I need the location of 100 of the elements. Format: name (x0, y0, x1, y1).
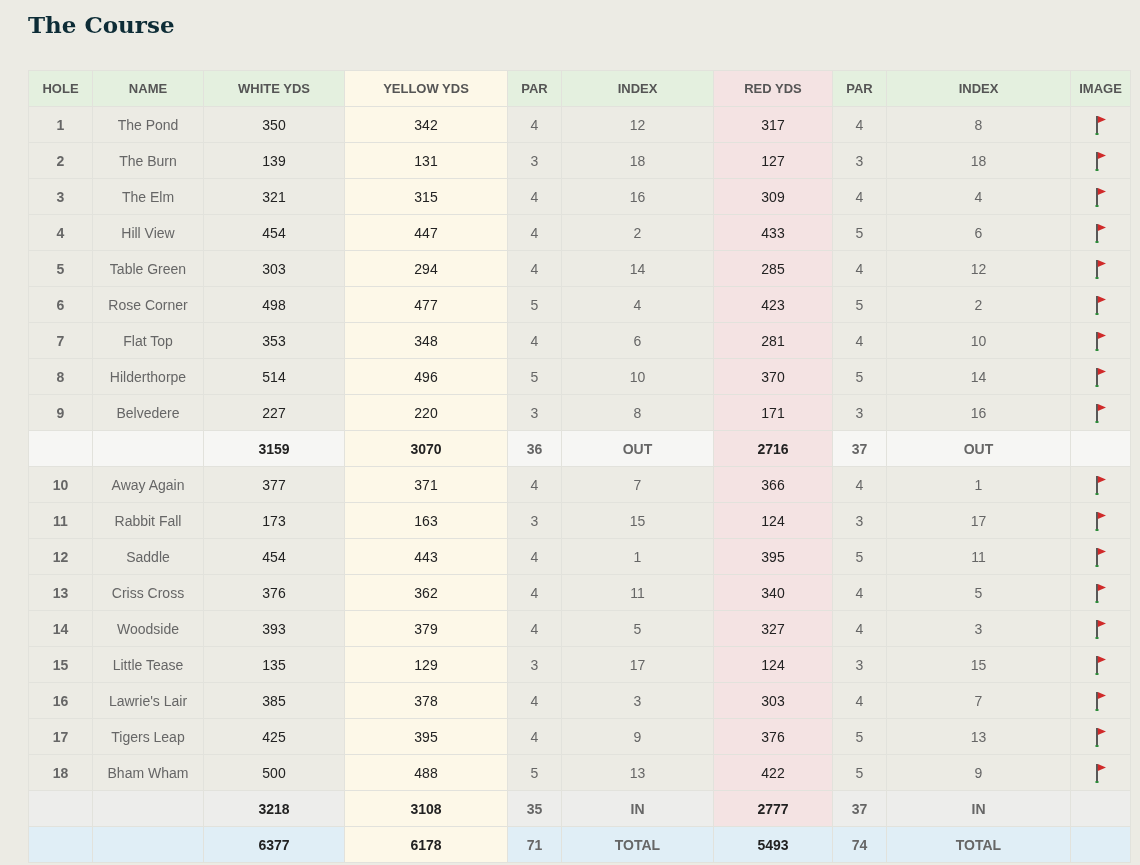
table-cell: 366 (713, 466, 833, 503)
flag-icon (1094, 294, 1107, 315)
flag-icon (1094, 690, 1107, 711)
table-cell: 422 (713, 754, 833, 791)
table-cell: 4 (507, 178, 562, 215)
table-cell: TOTAL (886, 826, 1071, 863)
table-cell: 4 (28, 214, 93, 251)
table-cell: 18 (28, 754, 93, 791)
page-title: The Course (28, 10, 176, 40)
table-cell: 378 (344, 682, 508, 719)
table-cell: 376 (203, 574, 345, 611)
table-cell: 18 (561, 142, 714, 179)
table-cell: 379 (344, 610, 508, 647)
table-cell: 350 (203, 106, 345, 143)
table-cell: 3 (832, 502, 887, 539)
table-cell: 37 (832, 790, 887, 827)
table-cell: 13 (28, 574, 93, 611)
table-cell: 124 (713, 646, 833, 683)
table-cell: 139 (203, 142, 345, 179)
table-cell: IN (561, 790, 714, 827)
table-cell: 8 (28, 358, 93, 395)
table-cell: 12 (561, 106, 714, 143)
table-cell: 14 (886, 358, 1071, 395)
table-cell: 447 (344, 214, 508, 251)
table-cell: 4 (832, 250, 887, 287)
table-cell: 12 (886, 250, 1071, 287)
table-cell: 6377 (203, 826, 345, 863)
table-cell: 4 (832, 322, 887, 359)
table-cell: 5 (832, 718, 887, 755)
table-cell: 433 (713, 214, 833, 251)
table-cell: 3 (832, 142, 887, 179)
table-cell: 285 (713, 250, 833, 287)
column-header: WHITE YDS (203, 70, 345, 107)
table-cell: 3108 (344, 790, 508, 827)
table-cell: 425 (203, 718, 345, 755)
table-cell: The Elm (92, 178, 204, 215)
table-cell: 4 (832, 682, 887, 719)
table-cell: 303 (203, 250, 345, 287)
table-cell: 395 (344, 718, 508, 755)
flag-icon (1094, 258, 1107, 279)
table-cell: 2 (28, 142, 93, 179)
table-cell: 3 (507, 502, 562, 539)
table-cell: 385 (203, 682, 345, 719)
flag-icon (1094, 114, 1107, 135)
flag-icon (1094, 330, 1107, 351)
table-cell: 2 (886, 286, 1071, 323)
table-cell: 10 (28, 466, 93, 503)
flag-icon (1094, 618, 1107, 639)
table-cell: Belvedere (92, 394, 204, 431)
table-cell: The Pond (92, 106, 204, 143)
table-cell: 443 (344, 538, 508, 575)
table-cell: 5 (832, 214, 887, 251)
table-cell: 11 (561, 574, 714, 611)
table-cell: 16 (28, 682, 93, 719)
table-cell: 393 (203, 610, 345, 647)
table-cell: 9 (886, 754, 1071, 791)
table-cell: 3 (561, 682, 714, 719)
table-cell: 36 (507, 430, 562, 467)
table-cell: Little Tease (92, 646, 204, 683)
table-cell: 4 (507, 610, 562, 647)
table-cell: 2777 (713, 790, 833, 827)
table-cell: 3 (507, 142, 562, 179)
table-cell: 1 (561, 538, 714, 575)
table-cell: 327 (713, 610, 833, 647)
column-header: YELLOW YDS (344, 70, 508, 107)
table-cell: TOTAL (561, 826, 714, 863)
flag-icon (1094, 654, 1107, 675)
table-cell: 15 (28, 646, 93, 683)
table-cell: 4 (832, 466, 887, 503)
table-cell: 477 (344, 286, 508, 323)
table-cell: 163 (344, 502, 508, 539)
column-header: PAR (507, 70, 562, 107)
table-cell: 370 (713, 358, 833, 395)
table-cell: 3 (507, 646, 562, 683)
table-cell: 5 (507, 286, 562, 323)
table-cell: Lawrie's Lair (92, 682, 204, 719)
column-header: HOLE (28, 70, 93, 107)
table-cell: 6178 (344, 826, 508, 863)
table-cell: 4 (832, 178, 887, 215)
table-cell: 4 (507, 574, 562, 611)
flag-icon (1094, 222, 1107, 243)
table-cell: 2716 (713, 430, 833, 467)
table-cell: 8 (886, 106, 1071, 143)
table-cell: 127 (713, 142, 833, 179)
table-cell: The Burn (92, 142, 204, 179)
table-cell: 13 (886, 718, 1071, 755)
table-cell: 4 (507, 466, 562, 503)
table-cell: 4 (832, 574, 887, 611)
column-header: IMAGE (1070, 70, 1131, 107)
table-cell: 220 (344, 394, 508, 431)
table-cell: 5493 (713, 826, 833, 863)
table-cell: 3 (507, 394, 562, 431)
table-cell: 395 (713, 538, 833, 575)
table-cell: OUT (886, 430, 1071, 467)
table-cell: Hill View (92, 214, 204, 251)
table-cell: 500 (203, 754, 345, 791)
table-cell: 17 (886, 502, 1071, 539)
table-cell: 5 (832, 754, 887, 791)
table-cell: 16 (561, 178, 714, 215)
table-cell: 12 (28, 538, 93, 575)
